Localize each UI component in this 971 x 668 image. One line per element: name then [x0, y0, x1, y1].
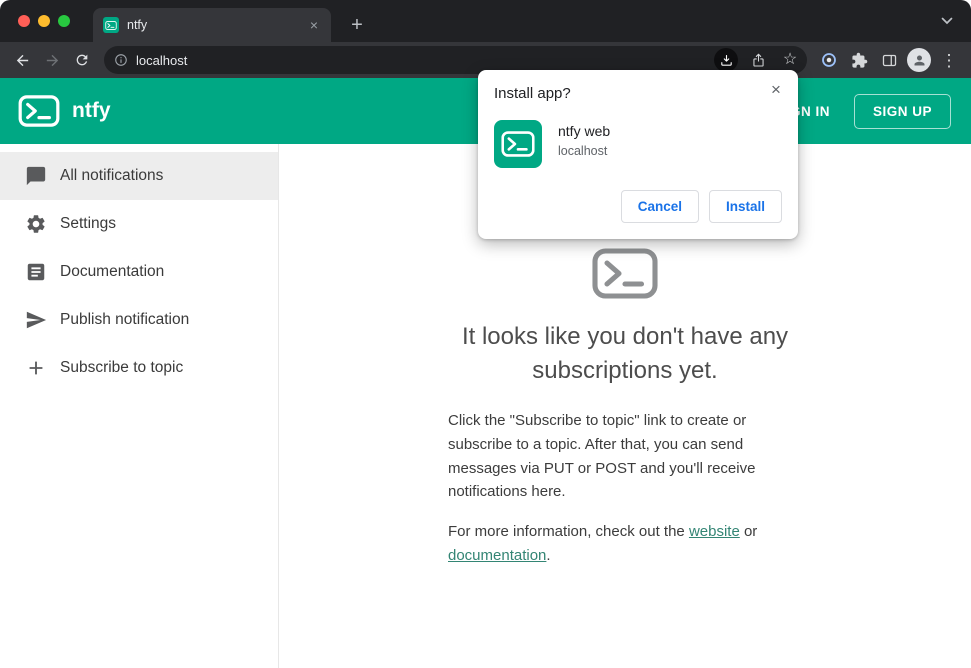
sidebar-item-all-notifications[interactable]: All notifications — [0, 152, 278, 200]
install-dialog-title: Install app? — [494, 85, 571, 102]
send-icon — [26, 311, 47, 329]
install-app-icon[interactable] — [714, 48, 738, 72]
install-dialog-buttons: Cancel Install — [494, 190, 782, 223]
site-info-icon[interactable] — [114, 53, 128, 67]
sidebar-item-label: Settings — [60, 215, 117, 232]
url-text[interactable]: localhost — [136, 53, 706, 68]
forward-icon[interactable] — [38, 46, 66, 74]
app-brand: ntfy — [72, 99, 111, 122]
sidebar-item-documentation[interactable]: Documentation — [0, 248, 278, 296]
chat-icon — [26, 166, 46, 186]
more-info-prefix: For more information, check out the — [448, 522, 689, 540]
install-app-icon-tile — [494, 120, 542, 168]
ntfy-logo-icon — [18, 95, 60, 127]
tab-search-chevron-icon[interactable] — [939, 13, 955, 29]
install-app-info: ntfy web localhost — [494, 120, 782, 168]
sidebar-item-settings[interactable]: Settings — [0, 200, 278, 248]
tab-title: ntfy — [127, 18, 148, 32]
sidebar-item-label: Publish notification — [60, 311, 190, 328]
tab-strip: ntfy × + — [0, 0, 971, 42]
tab-favicon-icon — [103, 17, 119, 33]
sidebar-item-publish-notification[interactable]: Publish notification — [0, 296, 278, 344]
window-close-button[interactable] — [18, 15, 30, 27]
sidebar-item-label: Documentation — [60, 263, 165, 280]
install-app-dialog: Install app? × ntfy web localhost Cancel… — [478, 70, 798, 239]
install-app-origin: localhost — [558, 144, 608, 158]
new-tab-button[interactable]: + — [343, 11, 371, 39]
website-link[interactable]: website — [689, 523, 740, 540]
empty-state-more-info: For more information, check out the webs… — [448, 520, 802, 567]
extensions-puzzle-icon[interactable] — [845, 46, 873, 74]
dialog-close-icon[interactable]: × — [766, 80, 786, 100]
pinned-extension-icon[interactable] — [815, 46, 843, 74]
window-zoom-button[interactable] — [58, 15, 70, 27]
more-info-suffix: . — [546, 546, 551, 564]
sidebar: All notifications Settings Documentation… — [0, 144, 279, 668]
share-icon[interactable] — [746, 48, 770, 72]
empty-state-text: Click the "Subscribe to topic" link to c… — [448, 409, 802, 567]
side-panel-icon[interactable] — [875, 46, 903, 74]
back-icon[interactable] — [8, 46, 36, 74]
sign-up-button[interactable]: SIGN UP — [853, 93, 951, 129]
empty-state-heading: It looks like you don't have any subscri… — [461, 323, 789, 384]
empty-state: It looks like you don't have any subscri… — [405, 248, 845, 567]
empty-state-paragraph: Click the "Subscribe to topic" link to c… — [448, 412, 756, 501]
gear-icon — [27, 215, 45, 233]
sidebar-item-label: All notifications — [60, 167, 164, 184]
cancel-button[interactable]: Cancel — [620, 190, 699, 223]
bookmark-star-icon[interactable]: ☆ — [778, 48, 802, 72]
window-minimize-button[interactable] — [38, 15, 50, 27]
article-icon — [27, 263, 45, 281]
browser-menu-icon[interactable]: ⋮ — [935, 46, 963, 74]
browser-window: ntfy × + localhost ☆ ⋮ ntfy SIGN IN SIGN… — [0, 0, 971, 668]
plus-icon — [29, 361, 43, 375]
profile-avatar[interactable] — [905, 46, 933, 74]
install-button[interactable]: Install — [708, 190, 782, 223]
reload-icon[interactable] — [68, 46, 96, 74]
browser-tab[interactable]: ntfy × — [93, 8, 331, 42]
tab-close-icon[interactable]: × — [305, 16, 323, 34]
ntfy-empty-logo-icon — [592, 248, 658, 299]
sidebar-item-label: Subscribe to topic — [60, 359, 184, 376]
sidebar-item-subscribe-to-topic[interactable]: Subscribe to topic — [0, 344, 278, 392]
documentation-link[interactable]: documentation — [448, 547, 546, 564]
window-controls — [18, 15, 70, 27]
install-app-name: ntfy web — [558, 123, 611, 139]
install-app-text: ntfy web localhost — [558, 120, 610, 158]
more-info-middle: or — [739, 522, 758, 540]
